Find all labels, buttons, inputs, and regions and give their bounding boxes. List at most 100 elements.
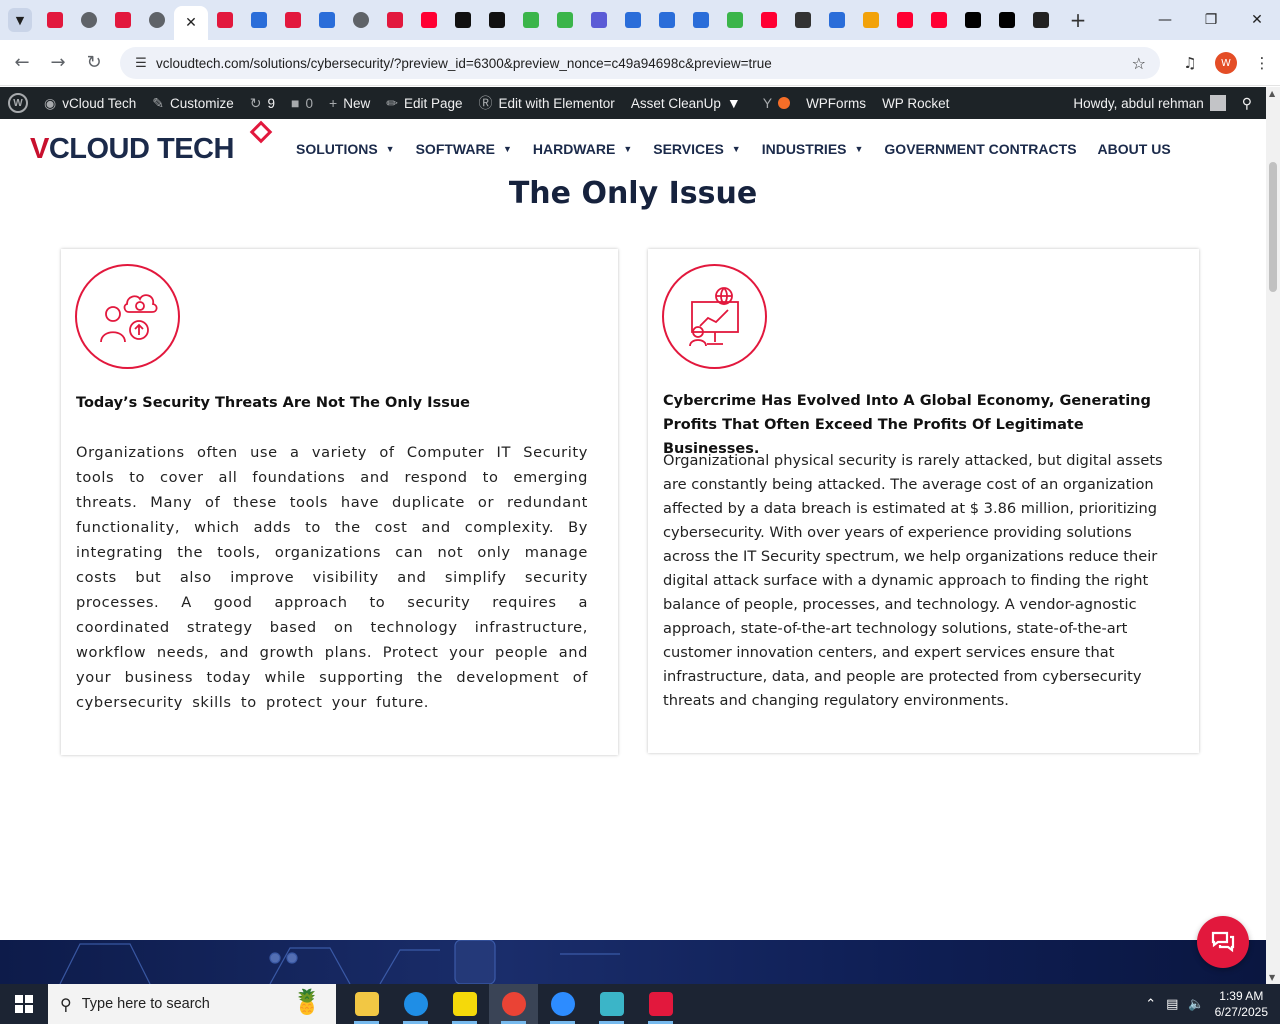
nav-item-hardware[interactable]: HARDWARE ▼ [533, 141, 632, 157]
globe-icon [149, 12, 165, 28]
browser-tab[interactable] [106, 4, 140, 36]
nav-item-government-contracts[interactable]: GOVERNMENT CONTRACTS [884, 141, 1076, 157]
browser-tab[interactable] [310, 4, 344, 36]
taskbar-app[interactable] [636, 984, 685, 1024]
browser-tab[interactable] [956, 4, 990, 36]
wp-yoast[interactable]: Y [755, 87, 798, 119]
scrollbar-thumb[interactable] [1269, 162, 1277, 292]
network-icon[interactable]: ▤ [1166, 997, 1178, 1012]
wp-site-name[interactable]: ◉ vCloud Tech [36, 87, 144, 119]
taskbar-clock[interactable]: 1:39 AM 6/27/2025 [1215, 988, 1268, 1020]
taskbar-search-box[interactable]: ⚲ Type here to search 🍍 [48, 984, 336, 1024]
url-text[interactable]: vcloudtech.com/solutions/cybersecurity/?… [156, 56, 772, 71]
nav-item-software[interactable]: SOFTWARE ▼ [416, 141, 512, 157]
taskbar-app[interactable] [538, 984, 587, 1024]
browser-tab[interactable] [752, 4, 786, 36]
volume-icon[interactable]: 🔈 [1188, 997, 1204, 1012]
chat-bubbles-icon [1211, 931, 1235, 953]
chevron-down-icon: ▼ [385, 144, 395, 154]
browser-tab[interactable] [276, 4, 310, 36]
browser-tab[interactable] [208, 4, 242, 36]
browser-tab[interactable] [922, 4, 956, 36]
edit-page-label: Edit Page [403, 95, 463, 111]
new-tab-button[interactable]: + [1064, 6, 1092, 34]
start-button[interactable] [0, 984, 48, 1024]
browser-tab[interactable] [480, 4, 514, 36]
taskbar-app[interactable] [440, 984, 489, 1024]
taskbar-apps [342, 984, 685, 1024]
browser-tab[interactable] [548, 4, 582, 36]
wp-edit-page[interactable]: ✏ Edit Page [378, 87, 470, 119]
browser-tab[interactable] [446, 4, 480, 36]
wp-updates[interactable]: ↻ 9 [242, 87, 283, 119]
red-diamond-icon [217, 12, 233, 28]
browser-tab[interactable] [786, 4, 820, 36]
taskbar-app[interactable] [489, 984, 538, 1024]
browser-tab[interactable] [820, 4, 854, 36]
taskbar-app[interactable] [587, 984, 636, 1024]
issue-card-2: Cybercrime Has Evolved Into A Global Eco… [648, 249, 1199, 753]
nav-item-about-us[interactable]: ABOUT US [1098, 141, 1171, 157]
nav-item-industries[interactable]: INDUSTRIES ▼ [762, 141, 864, 157]
wp-new-content[interactable]: + New [321, 87, 378, 119]
tab-search-chevron-icon[interactable]: ▼ [8, 8, 32, 32]
browser-tab[interactable] [990, 4, 1024, 36]
browser-tab[interactable] [888, 4, 922, 36]
browser-tab[interactable] [38, 4, 72, 36]
url-omnibox[interactable]: ☰ vcloudtech.com/solutions/cybersecurity… [120, 47, 1160, 79]
wp-logo-menu[interactable]: W [0, 87, 36, 119]
browser-tab[interactable] [140, 4, 174, 36]
back-arrow-icon[interactable]: ← [4, 45, 40, 81]
browser-tab[interactable] [1024, 4, 1058, 36]
arc-icon [829, 12, 845, 28]
updates-count: 9 [267, 95, 276, 111]
browser-tab[interactable] [344, 4, 378, 36]
wp-customize[interactable]: ✎ Customize [144, 87, 242, 119]
chat-button[interactable] [1197, 916, 1249, 968]
scroll-down-arrow-icon[interactable]: ▼ [1269, 973, 1275, 982]
wp-my-account[interactable]: Howdy, abdul rehman [1065, 87, 1233, 119]
browser-tab[interactable] [854, 4, 888, 36]
nav-item-services[interactable]: SERVICES ▼ [653, 141, 740, 157]
browser-tab[interactable] [72, 4, 106, 36]
kebab-menu-icon[interactable]: ⋮ [1244, 45, 1280, 81]
reload-icon[interactable]: ↻ [76, 45, 112, 81]
browser-tab[interactable] [616, 4, 650, 36]
restore-icon[interactable]: ❐ [1188, 0, 1234, 40]
browser-tab[interactable] [684, 4, 718, 36]
browser-tab[interactable] [412, 4, 446, 36]
wp-edit-elementor[interactable]: Ⓡ Edit with Elementor [471, 87, 623, 119]
new-label: New [343, 95, 371, 111]
profile-avatar[interactable]: W [1208, 45, 1244, 81]
taskbar-app[interactable] [391, 984, 440, 1024]
nav-item-solutions[interactable]: SOLUTIONS ▼ [296, 141, 395, 157]
site-info-icon[interactable]: ☰ [126, 56, 156, 71]
chevron-up-icon[interactable]: ⌃ [1145, 997, 1156, 1012]
browser-tab[interactable] [718, 4, 752, 36]
wp-comments[interactable]: ■ 0 [283, 87, 321, 119]
forward-arrow-icon[interactable]: → [40, 45, 76, 81]
minimize-icon[interactable]: — [1142, 0, 1188, 40]
browser-tab[interactable] [378, 4, 412, 36]
browser-tab[interactable] [242, 4, 276, 36]
windows-taskbar: ⚲ Type here to search 🍍 ⌃ ▤ 🔈 1:39 AM 6/… [0, 984, 1280, 1024]
browser-tab[interactable] [650, 4, 684, 36]
wp-rocket[interactable]: WP Rocket [874, 87, 957, 119]
dark-square-icon [1033, 12, 1049, 28]
taskbar-app[interactable] [342, 984, 391, 1024]
scroll-up-arrow-icon[interactable]: ▲ [1269, 89, 1275, 98]
wp-asset-cleanup[interactable]: Asset CleanUp ▼ [623, 87, 755, 119]
logo-text: CLOUD TECH [48, 133, 235, 165]
close-window-icon[interactable]: ✕ [1234, 0, 1280, 40]
page-scrollbar[interactable]: ▲ ▼ [1266, 87, 1280, 984]
wp-search[interactable]: ⚲ [1234, 87, 1266, 119]
browser-tab[interactable] [582, 4, 616, 36]
site-logo[interactable]: VCLOUD TECH [30, 133, 234, 166]
bookmark-star-icon[interactable]: ☆ [1132, 54, 1146, 73]
browser-tab[interactable] [514, 4, 548, 36]
wp-wpforms[interactable]: WPForms [798, 87, 874, 119]
browser-tab[interactable]: ✕ [174, 6, 208, 40]
paintbrush-icon: ✎ [152, 94, 164, 111]
media-controls-icon[interactable]: ♫ [1172, 45, 1208, 81]
nav-label: INDUSTRIES [761, 141, 847, 157]
